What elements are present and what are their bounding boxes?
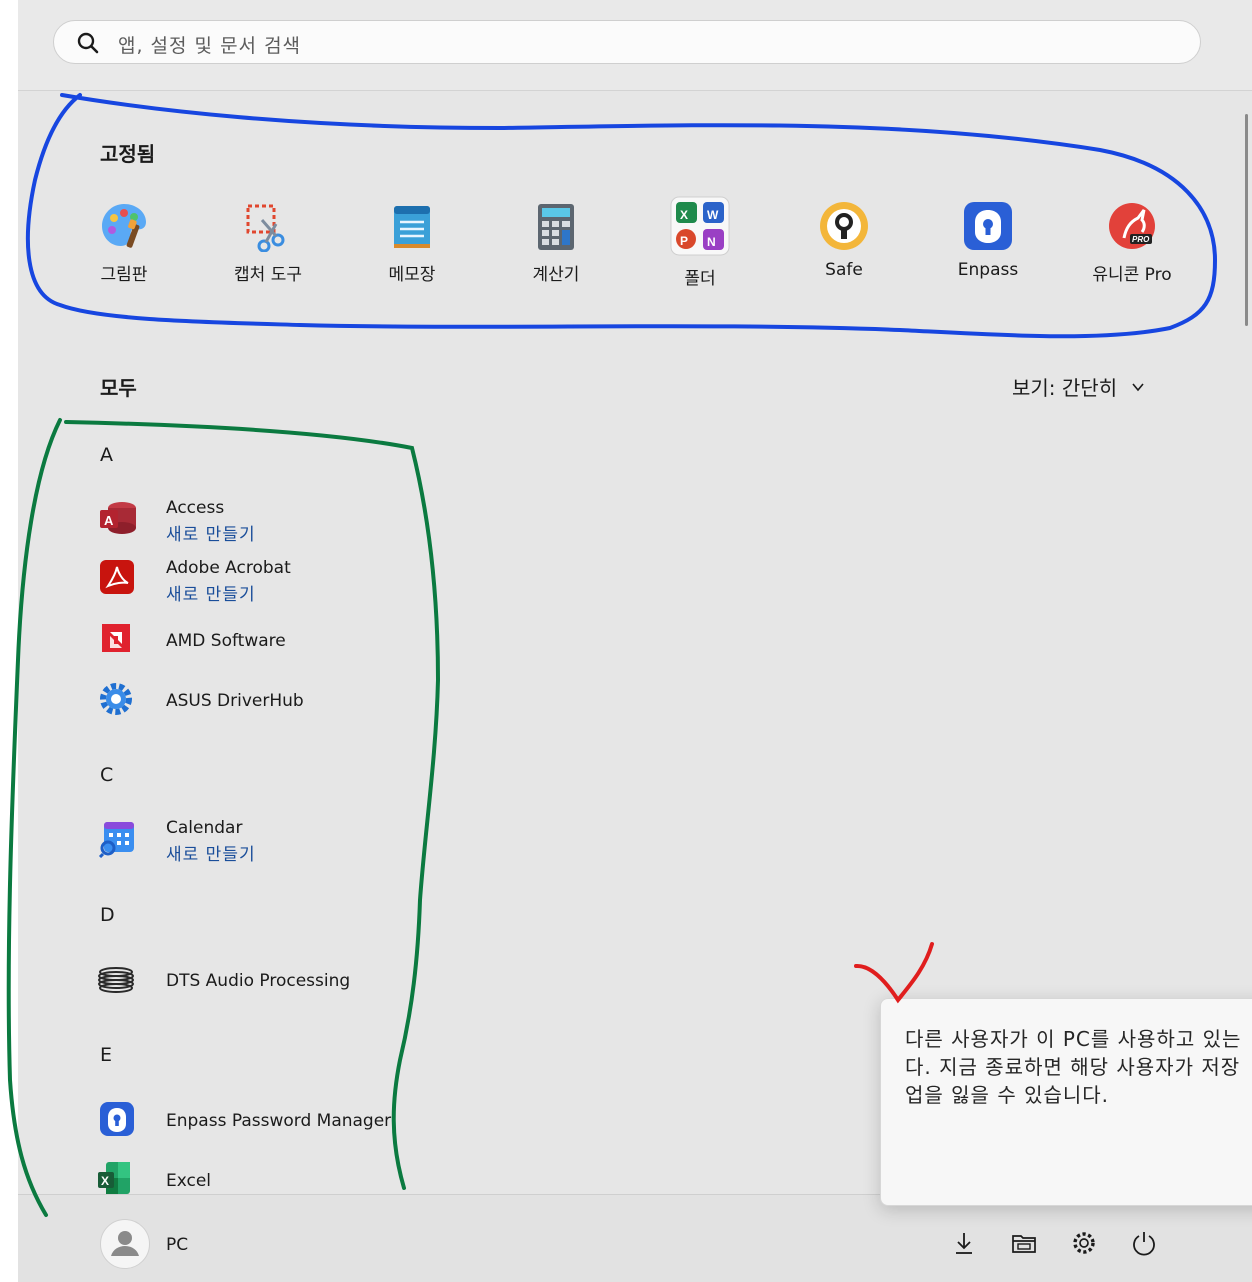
app-sub-link[interactable]: 새로 만들기	[166, 520, 256, 545]
group-letter-a[interactable]: A	[100, 444, 113, 466]
pinned-app-unicorn-pro[interactable]: PRO 유니콘 Pro	[1060, 200, 1204, 290]
settings-icon[interactable]	[1070, 1229, 1098, 1257]
notepad-icon	[394, 206, 430, 248]
calendar-icon	[98, 822, 134, 858]
app-name: ASUS DriverHub	[166, 691, 304, 711]
pinned-app-label: 폴더	[684, 269, 716, 289]
acrobat-icon	[100, 560, 134, 594]
app-name: Excel	[166, 1171, 212, 1191]
app-row-enpass-password-manager[interactable]: Enpass Password Manager	[98, 1100, 418, 1154]
amd-icon	[102, 624, 130, 652]
search-placeholder: 앱, 설정 및 문서 검색	[118, 35, 302, 57]
enpass-icon	[964, 202, 1012, 250]
svg-text:X: X	[101, 1174, 109, 1188]
pinned-title: 고정됨	[100, 142, 156, 166]
group-letter-c[interactable]: C	[100, 764, 113, 786]
app-name: Calendar	[166, 818, 243, 838]
app-name: Adobe Acrobat	[166, 558, 291, 578]
view-mode-label: 보기: 간단히	[1012, 376, 1118, 400]
svg-text:PRO: PRO	[1132, 235, 1150, 244]
app-row-calendar[interactable]: Calendar 새로 만들기	[98, 818, 418, 872]
snipping-tool-icon	[246, 204, 285, 252]
scrollbar[interactable]	[1245, 114, 1248, 326]
pinned-app-enpass[interactable]: Enpass	[916, 200, 1060, 290]
pinned-app-calculator[interactable]: 계산기	[484, 200, 628, 290]
app-sub-link[interactable]: 새로 만들기	[166, 840, 256, 865]
svg-text:P: P	[680, 234, 688, 248]
search-icon	[77, 32, 99, 54]
notification-toast[interactable]: 다른 사용자가 이 PC를 사용하고 있는 다. 지금 종료하면 해당 사용자가…	[880, 998, 1252, 1206]
download-icon[interactable]	[950, 1229, 978, 1257]
paint-icon	[102, 204, 146, 248]
pinned-folder-office[interactable]: X W P N 폴더	[628, 196, 772, 290]
pinned-app-label: 그림판	[100, 265, 148, 285]
office-folder-icon: X W P N	[670, 196, 730, 256]
svg-text:W: W	[707, 208, 719, 222]
pinned-app-label: 유니콘 Pro	[1092, 265, 1172, 285]
app-name: DTS Audio Processing	[166, 971, 351, 991]
toast-message: 다른 사용자가 이 PC를 사용하고 있는 다. 지금 종료하면 해당 사용자가…	[905, 1027, 1242, 1107]
pinned-app-label: Safe	[825, 260, 863, 280]
unicorn-pro-icon: PRO	[1109, 203, 1155, 249]
app-row-dts-audio[interactable]: DTS Audio Processing	[98, 960, 418, 1014]
search-input[interactable]: 앱, 설정 및 문서 검색	[53, 20, 1201, 64]
svg-text:X: X	[680, 208, 688, 222]
gear-icon	[100, 683, 132, 715]
pinned-app-label: Enpass	[957, 260, 1019, 280]
search-area: 앱, 설정 및 문서 검색	[18, 0, 1252, 91]
pinned-app-safe[interactable]: Safe	[772, 200, 916, 290]
chevron-down-icon	[1132, 382, 1144, 391]
power-icon[interactable]	[1130, 1229, 1158, 1257]
app-sub-link[interactable]: 새로 만들기	[166, 580, 256, 605]
app-row-amd-software[interactable]: AMD Software	[98, 620, 418, 674]
pinned-app-paint[interactable]: 그림판	[52, 200, 196, 290]
pinned-app-snipping-tool[interactable]: 캡처 도구	[196, 200, 340, 290]
pinned-app-notepad[interactable]: 메모장	[340, 200, 484, 290]
user-name[interactable]: PC	[166, 1235, 188, 1255]
pinned-apps: 그림판 캡처 도구 메모장 계산기 X W P N 폴더 Safe Enpass…	[52, 196, 1204, 290]
group-letter-d[interactable]: D	[100, 904, 115, 926]
avatar[interactable]	[100, 1219, 150, 1269]
app-row-access[interactable]: A Access 새로 만들기	[98, 498, 418, 552]
svg-text:N: N	[707, 235, 716, 249]
file-explorer-icon[interactable]	[1010, 1229, 1038, 1257]
all-apps-title: 모두	[100, 376, 137, 400]
svg-text:A: A	[104, 513, 114, 528]
bottom-bar: PC	[18, 1194, 1252, 1282]
access-icon: A	[100, 502, 136, 534]
app-name: Access	[166, 498, 225, 518]
view-mode-dropdown[interactable]: 보기: 간단히	[1012, 372, 1145, 401]
user-icon	[111, 1231, 139, 1256]
enpass-icon	[100, 1102, 134, 1136]
app-name: AMD Software	[166, 631, 286, 651]
dts-icon	[98, 967, 134, 993]
calculator-icon	[538, 204, 574, 250]
safe-icon	[820, 202, 868, 250]
pinned-app-label: 계산기	[532, 265, 580, 285]
app-row-adobe-acrobat[interactable]: Adobe Acrobat 새로 만들기	[98, 558, 418, 612]
pinned-app-label: 캡처 도구	[234, 265, 302, 285]
app-name: Enpass Password Manager	[166, 1111, 392, 1131]
group-letter-e[interactable]: E	[100, 1044, 112, 1066]
pinned-app-label: 메모장	[388, 265, 436, 285]
app-row-asus-driverhub[interactable]: ASUS DriverHub	[98, 680, 418, 734]
